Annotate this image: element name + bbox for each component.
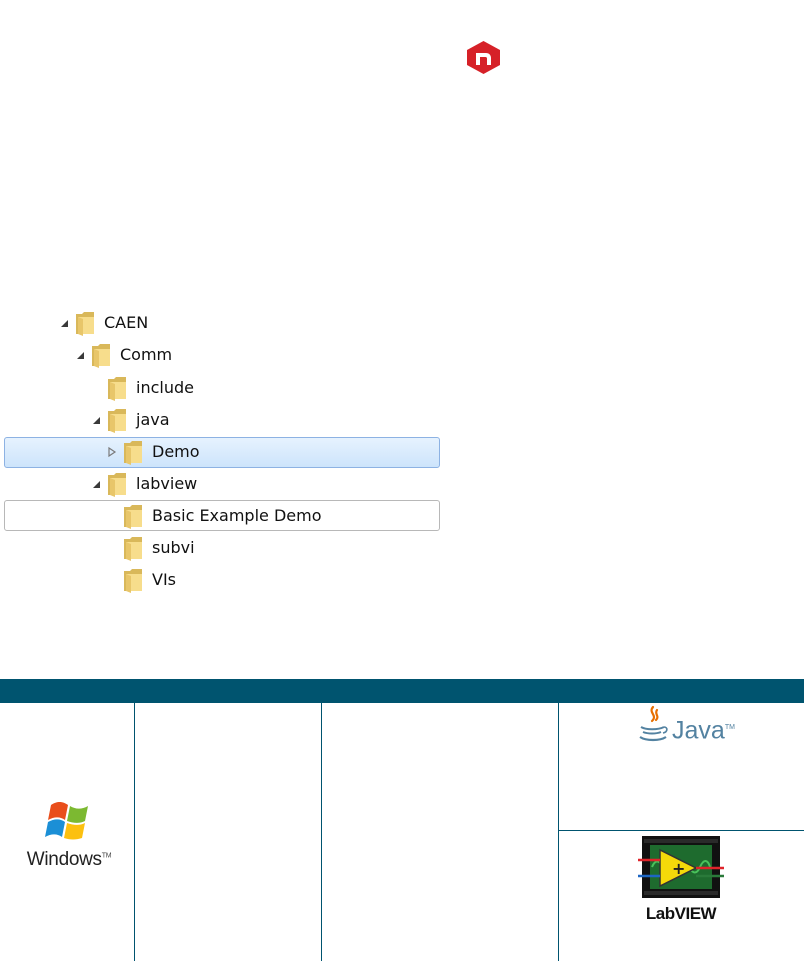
collapsed-arrow-icon[interactable] bbox=[106, 446, 118, 458]
tree-item-subvi[interactable]: subvi bbox=[106, 532, 195, 563]
expanded-arrow-icon[interactable] bbox=[58, 317, 70, 329]
folder-icon bbox=[108, 472, 126, 497]
tree-item-label: CAEN bbox=[104, 313, 149, 332]
folder-icon bbox=[108, 408, 126, 433]
table-header bbox=[0, 679, 804, 703]
tree-item-vis[interactable]: VIs bbox=[106, 564, 176, 595]
selection-highlight bbox=[4, 437, 440, 468]
tree-item-label: java bbox=[136, 410, 170, 429]
tree-item-label: Comm bbox=[120, 345, 173, 364]
tree-item-label: Demo bbox=[152, 442, 200, 461]
tree-item-label: Basic Example Demo bbox=[152, 506, 322, 525]
tree-item-label: labview bbox=[136, 474, 198, 493]
column-divider bbox=[558, 703, 559, 961]
folder-icon bbox=[92, 343, 110, 368]
svg-text:+: + bbox=[672, 859, 685, 878]
arrow-spacer bbox=[106, 542, 118, 554]
arrow-spacer bbox=[106, 510, 118, 522]
tree-item-java[interactable]: java bbox=[90, 404, 170, 435]
tree-item-include[interactable]: include bbox=[90, 372, 194, 403]
folder-icon bbox=[108, 376, 126, 401]
arrow-spacer bbox=[106, 574, 118, 586]
tree-item-labview[interactable]: labview bbox=[90, 468, 197, 499]
folder-icon bbox=[124, 504, 142, 529]
tree-item-label: subvi bbox=[152, 538, 195, 557]
trademark-label: TM bbox=[101, 852, 112, 860]
labview-label: LabVIEW bbox=[645, 904, 717, 923]
row-divider bbox=[558, 830, 804, 831]
tree-item-basic-example-demo[interactable]: Basic Example Demo bbox=[106, 500, 321, 531]
folder-icon bbox=[124, 536, 142, 561]
folder-icon bbox=[124, 440, 142, 465]
trademark-label: TM bbox=[724, 723, 735, 731]
tree-item-demo[interactable]: Demo bbox=[106, 436, 200, 467]
windows-flag-icon bbox=[45, 801, 88, 840]
column-divider bbox=[134, 703, 135, 961]
tree-item-label: VIs bbox=[152, 570, 176, 589]
tree-item-label: include bbox=[136, 378, 194, 397]
expanded-arrow-icon[interactable] bbox=[90, 414, 102, 426]
java-logo: JavaTM bbox=[636, 705, 735, 745]
windows-label: Windows bbox=[26, 849, 102, 870]
logo-table: WindowsTM JavaTM + LabVIEW bbox=[0, 703, 804, 961]
labview-logo: + LabVIEW bbox=[638, 836, 724, 924]
java-cup-icon bbox=[639, 705, 668, 742]
tree-item-caen[interactable]: CAEN bbox=[58, 307, 148, 338]
arrow-spacer bbox=[90, 382, 102, 394]
expanded-arrow-icon[interactable] bbox=[74, 349, 86, 361]
column-divider bbox=[321, 703, 322, 961]
windows-logo: WindowsTM bbox=[22, 797, 116, 871]
expanded-arrow-icon[interactable] bbox=[90, 478, 102, 490]
labview-icon: + bbox=[638, 836, 724, 898]
java-label: Java bbox=[672, 716, 725, 744]
folder-icon bbox=[76, 311, 94, 336]
n-logo-icon bbox=[467, 41, 500, 74]
folder-icon bbox=[124, 568, 142, 593]
tree-item-comm[interactable]: Comm bbox=[74, 339, 172, 370]
